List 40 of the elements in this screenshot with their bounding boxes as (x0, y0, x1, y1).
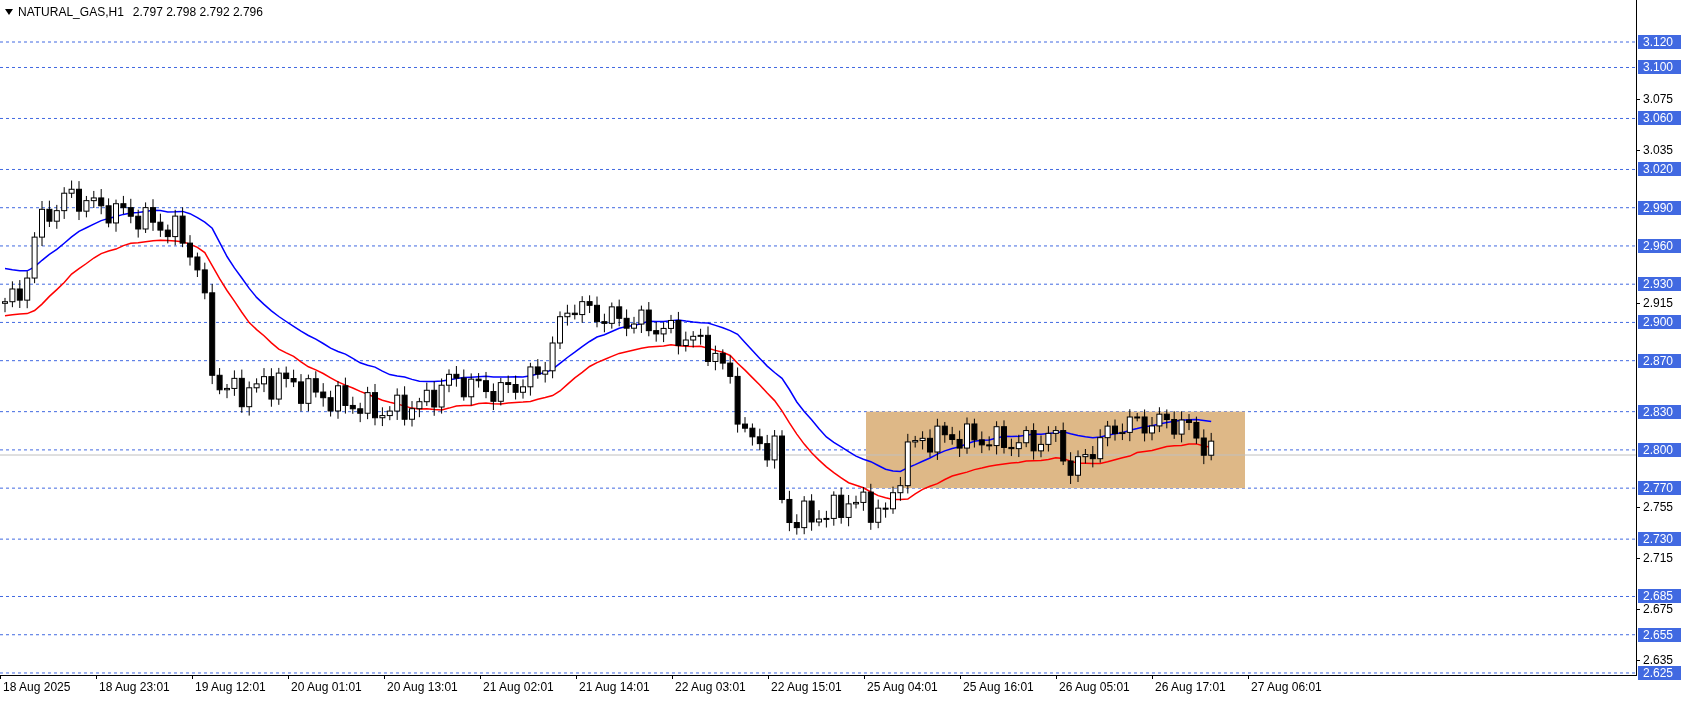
price-level-label: 2.900 (1638, 315, 1681, 330)
time-scale-label: 20 Aug 13:01 (386, 679, 459, 695)
price-level-label: 2.930 (1638, 277, 1681, 292)
price-level-label: 2.830 (1638, 404, 1681, 419)
price-level-label: 2.655 (1638, 627, 1681, 642)
price-level-label: 3.020 (1638, 162, 1681, 177)
time-scale-label: 21 Aug 02:01 (482, 679, 555, 695)
time-scale-label: 26 Aug 17:01 (1154, 679, 1227, 695)
time-scale-label: 25 Aug 04:01 (866, 679, 939, 695)
price-scale-label: 3.035 (1643, 143, 1674, 158)
price-level-label: 2.960 (1638, 238, 1681, 253)
symbol-label: NATURAL_GAS,H1 (18, 4, 124, 21)
price-scale-label: 3.075 (1643, 92, 1674, 107)
price-level-label: 3.120 (1638, 35, 1681, 49)
time-scale-label: 21 Aug 14:01 (578, 679, 651, 695)
price-level-label: 3.100 (1638, 60, 1681, 75)
price-level-label: 2.990 (1638, 200, 1681, 215)
time-scale-label: 18 Aug 2025 (2, 679, 72, 695)
time-scale-label: 18 Aug 23:01 (98, 679, 171, 695)
price-scale-label: 2.715 (1643, 551, 1674, 566)
price-scale-label: 2.635 (1643, 653, 1674, 668)
time-scale-label: 22 Aug 03:01 (674, 679, 747, 695)
time-scale-label: 27 Aug 06:01 (1250, 679, 1323, 695)
time-scale-label: 20 Aug 01:01 (290, 679, 363, 695)
price-level-label: 2.800 (1638, 442, 1681, 457)
price-scale-label: 2.915 (1643, 296, 1674, 311)
time-scale-label: 26 Aug 05:01 (1058, 679, 1131, 695)
time-scale-label: 19 Aug 12:01 (194, 679, 267, 695)
price-level-label: 2.730 (1638, 532, 1681, 547)
price-scale-label: 2.755 (1643, 500, 1674, 515)
price-level-label: 3.060 (1638, 111, 1681, 126)
price-level-label: 2.685 (1638, 589, 1681, 604)
collapse-triangle-icon[interactable] (5, 9, 13, 15)
price-scale-label: 2.675 (1643, 602, 1674, 617)
quote-values: 2.797 2.798 2.792 2.796 (132, 4, 263, 21)
time-scale-label: 25 Aug 16:01 (962, 679, 1035, 695)
price-level-label: 2.625 (1638, 665, 1681, 680)
price-level-label: 2.870 (1638, 353, 1681, 368)
time-scale-label: 22 Aug 15:01 (770, 679, 843, 695)
price-level-label: 2.770 (1638, 481, 1681, 496)
